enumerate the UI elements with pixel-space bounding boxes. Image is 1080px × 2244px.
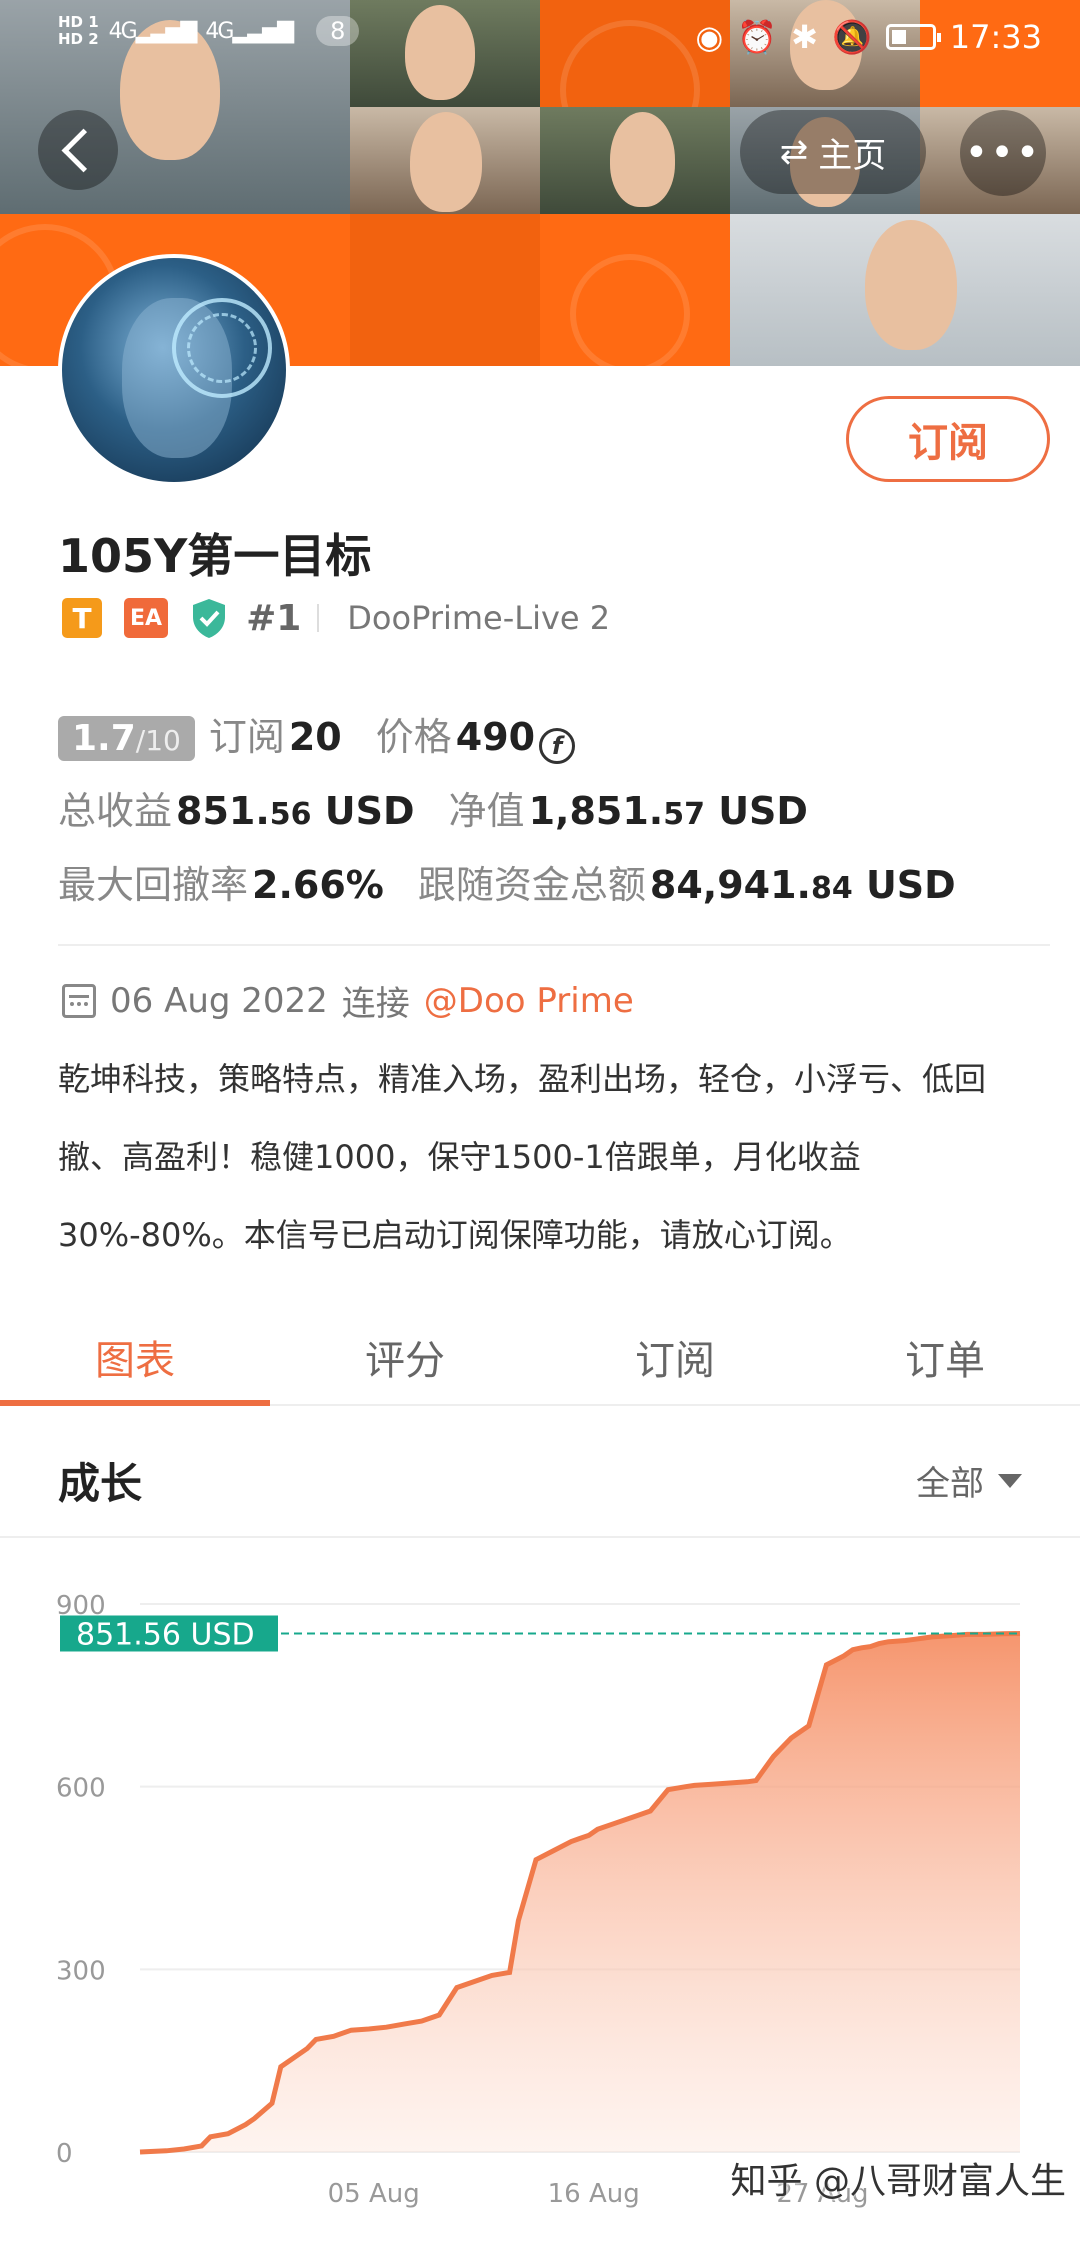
current-value-label: 851.56 USD: [76, 1617, 255, 1652]
follow-funds-value: 84,941.84 USD: [649, 863, 956, 907]
growth-chart[interactable]: 0300600900 851.56 USD 05 Aug 16 Aug 27 Aug: [0, 1560, 1080, 2244]
series-area: [140, 1633, 1020, 2152]
stats-panel: 1.7/10 订阅 20 价格 490 f 总收益 851.56 USD 净值 …: [58, 706, 1038, 928]
notification-count-badge: 8: [316, 16, 360, 46]
divider: [58, 944, 1050, 946]
connection-label: 连接: [341, 984, 410, 1024]
banner-photo: [730, 214, 1080, 366]
calendar-icon: [62, 983, 96, 1018]
more-options-button[interactable]: •••: [960, 110, 1046, 196]
status-bar: HD 1 HD 2 4G▂▃▅▇ 4G▂▃▅▇ 8 ◉ ⏰ ✱ 🔕 17:33: [0, 0, 1080, 80]
verified-shield-icon: [193, 599, 226, 638]
divider: [317, 604, 320, 632]
mute-icon: 🔕: [831, 18, 872, 56]
banner-tile: [350, 214, 540, 366]
signal-icon: 4G▂▃▅▇: [108, 18, 198, 44]
banner-photo: [350, 107, 540, 214]
growth-section-header: 成长 全部: [0, 1408, 1080, 1538]
x-tick-label: 05 Aug: [328, 2179, 420, 2209]
price-label: 价格: [375, 715, 452, 759]
battery-icon: [885, 24, 941, 50]
y-tick-label: 300: [56, 1956, 106, 1986]
section-title: 成长: [58, 1459, 143, 1508]
tab-chart[interactable]: 图表: [0, 1310, 270, 1406]
banner-tile: [540, 214, 730, 366]
banner-photo: [540, 107, 730, 214]
signal-icon: 4G▂▃▅▇: [205, 18, 294, 44]
tab-bar: 图表 评分 订阅 订单: [0, 1310, 1080, 1406]
clock: 17:33: [949, 18, 1042, 56]
chevron-down-icon: [998, 1473, 1022, 1488]
hd-indicator: HD 1 HD 2: [58, 13, 99, 48]
switch-icon: ⇄: [779, 132, 809, 172]
connection-info: 06 Aug 2022 连接 @Doo Prime: [62, 976, 634, 1025]
eye-icon: ◉: [695, 18, 724, 56]
x-tick-label: 16 Aug: [548, 2179, 640, 2209]
price-value: 490: [455, 715, 536, 759]
max-drawdown-label: 最大回撤率: [58, 863, 249, 907]
equity-label: 净值: [448, 789, 525, 833]
total-profit-label: 总收益: [58, 789, 173, 833]
coin-icon: f: [539, 728, 576, 764]
y-tick-label: 600: [56, 1774, 106, 1804]
home-button[interactable]: ⇄ 主页: [740, 110, 926, 194]
strategy-description: 乾坤科技，策略特点，精准入场，盈利出场，轻仓，小浮亏、低回撤、高盈利！稳健100…: [58, 1060, 987, 1254]
total-profit-value: 851.56 USD: [176, 789, 415, 833]
trader-badge: T: [62, 598, 102, 638]
broker-link[interactable]: @Doo Prime: [424, 981, 634, 1021]
subscribers-label: 订阅: [208, 715, 285, 759]
avatar[interactable]: [58, 254, 290, 486]
follow-funds-label: 跟随资金总额: [417, 863, 646, 907]
tab-rating[interactable]: 评分: [270, 1310, 540, 1404]
watermark: 知乎 @八哥财富人生: [730, 2161, 1066, 2202]
alarm-icon: ⏰: [737, 18, 778, 56]
signal-title: 105Y第一目标: [58, 529, 372, 583]
tab-subscriptions[interactable]: 订阅: [540, 1310, 810, 1404]
bluetooth-icon: ✱: [791, 18, 818, 56]
back-button[interactable]: [38, 110, 118, 190]
tab-orders[interactable]: 订单: [810, 1310, 1080, 1404]
subscribe-button[interactable]: 订阅: [846, 396, 1050, 482]
subscribers-value: 20: [288, 715, 342, 759]
badge-row: T EA #1 DooPrime-Live 2: [62, 594, 610, 642]
equity-value: 1,851.57 USD: [528, 789, 808, 833]
ea-badge: EA: [124, 598, 169, 638]
y-tick-label: 0: [56, 2139, 73, 2169]
rank-label: #1: [246, 597, 302, 639]
connection-date: 06 Aug 2022: [110, 980, 328, 1021]
max-drawdown-value: 2.66%: [252, 863, 384, 907]
score-badge: 1.7/10: [58, 716, 195, 761]
range-filter-dropdown[interactable]: 全部: [916, 1456, 1022, 1505]
server-name: DooPrime-Live 2: [347, 599, 611, 637]
